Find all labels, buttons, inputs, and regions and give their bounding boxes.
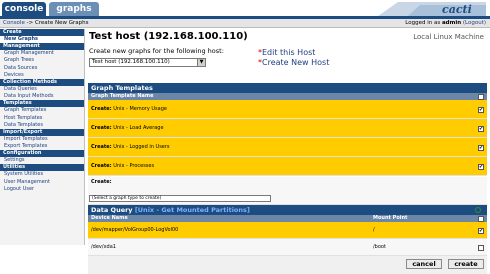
- sidebar-item-user-management[interactable]: User Management: [0, 179, 84, 186]
- device-name: /dev/mapper/VolGroup00-LogVol00: [91, 227, 179, 233]
- sidebar-item-data-templates[interactable]: Data Templates: [0, 122, 84, 129]
- data-query-row[interactable]: /dev/mapper/VolGroup00-LogVol00 / ✔: [88, 222, 487, 239]
- action-bar: cancel create: [88, 256, 487, 274]
- breadcrumb-separator: ->: [26, 20, 34, 26]
- chevron-down-icon[interactable]: ▼: [197, 59, 205, 66]
- svg-text:cacti: cacti: [442, 3, 472, 16]
- graph-type-select-value: (Select a graph type to create): [92, 196, 162, 201]
- breadcrumb-current: Create New Graphs: [34, 20, 89, 26]
- row-checkbox[interactable]: ✔: [478, 106, 484, 113]
- data-query-name: [Unix - Get Mounted Partitions]: [134, 206, 250, 214]
- host-select-value: Test host (192.168.100.110): [92, 59, 170, 65]
- sidebar-item-host-templates[interactable]: Host Templates: [0, 115, 84, 122]
- sidebar-header-collection-methods: Collection Methods: [0, 78, 84, 86]
- graph-template-row[interactable]: Create: Unix - Load Average ✔: [88, 119, 487, 138]
- row-create-label: Create:: [91, 125, 112, 131]
- sidebar: Create New Graphs Management Graph Manag…: [0, 29, 85, 245]
- refresh-icon[interactable]: [475, 207, 481, 213]
- row-create-label: Create:: [91, 163, 112, 169]
- sidebar-item-export-templates[interactable]: Export Templates: [0, 143, 84, 150]
- sidebar-item-new-graphs[interactable]: New Graphs: [0, 36, 84, 44]
- sidebar-item-graph-management[interactable]: Graph Management: [0, 50, 84, 57]
- login-user: admin: [441, 20, 462, 26]
- create-label: Create:: [91, 179, 112, 185]
- sidebar-item-data-queries[interactable]: Data Queries: [0, 86, 84, 93]
- mount-point: /: [373, 227, 375, 233]
- mount-point: /boot: [373, 244, 386, 250]
- row-template-name: Unix - Load Average: [113, 125, 164, 131]
- host-prompt: Create new graphs for the following host…: [89, 47, 224, 55]
- logout-link[interactable]: (Logout): [463, 20, 486, 26]
- row-checkbox[interactable]: ✔: [478, 227, 484, 234]
- edit-host-link[interactable]: *Edit this Host: [258, 48, 315, 57]
- mount-point-column: Mount Point: [373, 215, 408, 221]
- sidebar-header-templates: Templates: [0, 100, 84, 108]
- create-host-link-label: Create New Host: [262, 58, 330, 67]
- sidebar-item-data-input-methods[interactable]: Data Input Methods: [0, 93, 84, 100]
- graph-template-column-label: Graph Template Name: [91, 93, 154, 99]
- row-checkbox[interactable]: ✔: [478, 125, 484, 132]
- breadcrumb: Console -> Create New Graphs: [3, 19, 88, 28]
- sidebar-header-utilities: Utilities: [0, 164, 84, 172]
- sidebar-item-logout-user[interactable]: Logout User: [0, 186, 84, 193]
- login-prefix: Logged in as: [405, 20, 441, 26]
- data-query-row[interactable]: /dev/xda1 /boot: [88, 239, 487, 256]
- sidebar-header-create: Create: [0, 29, 84, 36]
- graph-template-row[interactable]: Create: Unix - Memory Usage ✔: [88, 100, 487, 119]
- device-name-column: Device Name: [91, 215, 128, 221]
- sidebar-item-devices[interactable]: Devices: [0, 72, 84, 79]
- graph-template-name-column: Graph Template Name: [88, 93, 487, 100]
- sidebar-header-configuration: Configuration: [0, 150, 84, 158]
- sidebar-item-system-utilities[interactable]: System Utilities: [0, 171, 84, 178]
- host-template-name: Local Linux Machine: [413, 33, 484, 41]
- login-status: Logged in as admin (Logout): [405, 19, 486, 28]
- row-template-name: Unix - Logged in Users: [113, 144, 170, 150]
- host-select[interactable]: Test host (192.168.100.110) ▼: [89, 58, 206, 67]
- graph-type-select[interactable]: (Select a graph type to create): [89, 195, 271, 202]
- create-host-link[interactable]: *Create New Host: [258, 58, 329, 67]
- tab-graphs[interactable]: graphs: [49, 2, 99, 16]
- top-nav: console graphs cacti: [0, 0, 490, 16]
- data-query-title: Data Query: [91, 206, 133, 214]
- page-title: Test host (192.168.100.110): [89, 31, 248, 42]
- create-button[interactable]: create: [448, 259, 484, 269]
- row-create-label: Create:: [91, 144, 112, 150]
- select-all-checkbox[interactable]: [478, 215, 484, 222]
- graph-template-row[interactable]: Create: Unix - Logged in Users ✔: [88, 138, 487, 157]
- sidebar-item-settings[interactable]: Settings: [0, 157, 84, 164]
- graph-templates-header: Graph Templates: [88, 83, 487, 93]
- data-query-columns: Device Name Mount Point: [88, 215, 487, 222]
- sidebar-item-data-sources[interactable]: Data Sources: [0, 65, 84, 72]
- main-content: Test host (192.168.100.110) Local Linux …: [86, 29, 490, 274]
- sidebar-item-graph-templates[interactable]: Graph Templates: [0, 107, 84, 114]
- sidebar-header-management: Management: [0, 43, 84, 51]
- row-checkbox[interactable]: [478, 244, 484, 251]
- breadcrumb-bar: Console -> Create New Graphs Logged in a…: [0, 19, 490, 28]
- sidebar-item-import-templates[interactable]: Import Templates: [0, 136, 84, 143]
- row-template-name: Unix - Processes: [113, 163, 155, 169]
- data-query-header: Data Query [Unix - Get Mounted Partition…: [88, 205, 487, 215]
- row-create-label: Create:: [91, 106, 112, 112]
- cancel-button[interactable]: cancel: [406, 259, 442, 269]
- row-checkbox[interactable]: ✔: [478, 144, 484, 151]
- row-checkbox[interactable]: ✔: [478, 163, 484, 170]
- cacti-logo: cacti: [368, 0, 486, 16]
- tab-console[interactable]: console: [2, 2, 46, 16]
- graph-template-row[interactable]: Create: Unix - Processes ✔: [88, 157, 487, 176]
- breadcrumb-console-link[interactable]: Console: [3, 20, 25, 26]
- select-all-checkbox[interactable]: [478, 93, 484, 100]
- sidebar-item-graph-trees[interactable]: Graph Trees: [0, 57, 84, 64]
- sidebar-header-import-export: Import/Export: [0, 128, 84, 136]
- row-template-name: Unix - Memory Usage: [113, 106, 167, 112]
- edit-host-link-label: Edit this Host: [262, 48, 316, 57]
